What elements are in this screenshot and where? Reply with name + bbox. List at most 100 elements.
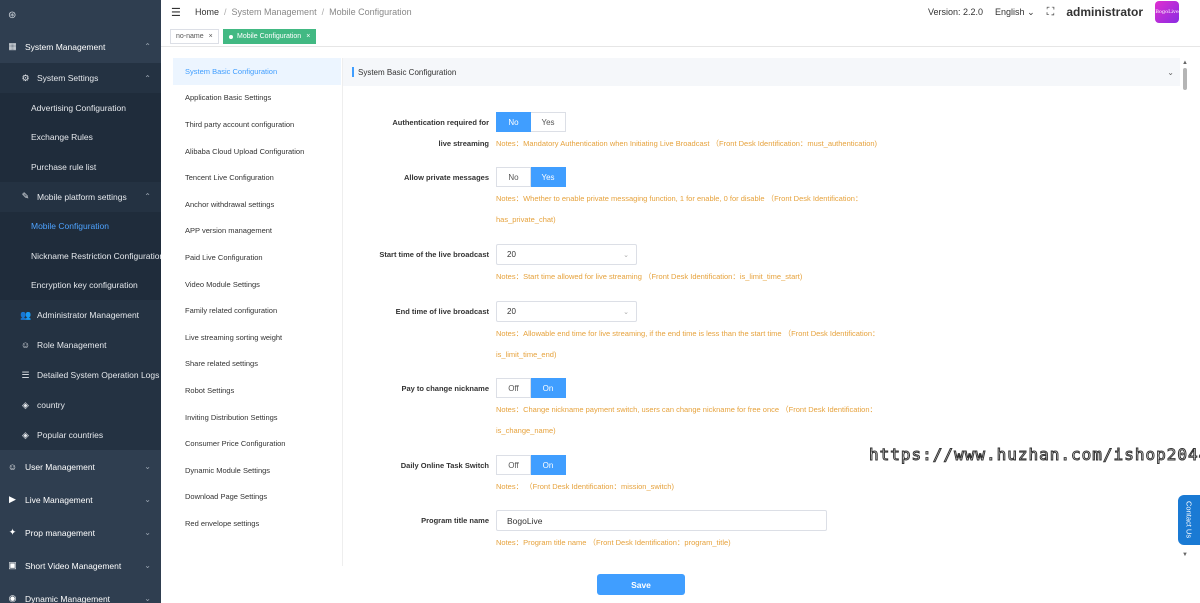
language-dropdown[interactable]: English ⌄: [995, 7, 1035, 18]
option-yes[interactable]: Yes: [531, 167, 566, 187]
sidebar-label: System Settings: [37, 73, 99, 83]
chevron-down-icon: ⌄: [1027, 6, 1035, 17]
close-icon[interactable]: ×: [306, 33, 310, 40]
config-menu-item[interactable]: Video Module Settings: [173, 271, 341, 298]
breadcrumb-home[interactable]: Home: [195, 7, 219, 17]
user-icon: ☺: [7, 461, 18, 472]
field-end-time: End time of live broadcast 20 ⌄ Notes：Al…: [343, 301, 1180, 359]
sidebar-group-dynamic-management[interactable]: ◉ Dynamic Management ⌄: [0, 582, 161, 603]
option-off[interactable]: Off: [496, 455, 531, 475]
tag-no-name[interactable]: no-name ×: [170, 29, 219, 44]
sidebar-item-role-management[interactable]: ☺ Role Management: [0, 330, 161, 360]
sidebar-item-admin-management[interactable]: 👥 Administrator Management: [0, 300, 161, 330]
option-on[interactable]: On: [531, 378, 566, 398]
sidebar-item-purchase-rule[interactable]: Purchase rule list: [0, 152, 161, 182]
config-menu-item[interactable]: Third party account configuration: [173, 111, 341, 138]
config-menu-item[interactable]: Paid Live Configuration: [173, 244, 341, 271]
sidebar-item-advertising[interactable]: Advertising Configuration: [0, 93, 161, 123]
panel-title: System Basic Configuration: [358, 67, 457, 77]
close-icon[interactable]: ×: [209, 33, 213, 40]
tag-mobile-config[interactable]: Mobile Configuration ×: [223, 29, 317, 44]
config-menu-item[interactable]: Inviting Distribution Settings: [173, 404, 341, 431]
scroll-up-icon[interactable]: ▲: [1182, 60, 1188, 66]
option-no[interactable]: No: [496, 112, 531, 132]
scrollbar-thumb[interactable]: [1183, 68, 1187, 90]
chevron-down-icon: ⌄: [144, 561, 151, 570]
config-menu-item[interactable]: Live streaming sorting weight: [173, 324, 341, 351]
grid-icon: ▦: [8, 41, 17, 51]
field-note: Notes：Start time allowed for live stream…: [496, 272, 803, 281]
end-time-select[interactable]: 20 ⌄: [496, 301, 637, 322]
select-value: 20: [507, 250, 516, 259]
sidebar-label: Mobile platform settings: [37, 191, 127, 202]
start-time-select[interactable]: 20 ⌄: [496, 244, 637, 265]
avatar[interactable]: BogoLive: [1155, 1, 1179, 23]
option-yes[interactable]: Yes: [531, 112, 566, 132]
gift-icon: ✦: [8, 527, 17, 537]
sidebar-label: Short Video Management: [25, 560, 122, 571]
list-icon: ☰: [21, 369, 30, 380]
scroll-down-icon[interactable]: ▼: [1182, 552, 1188, 558]
top-header: ☰ Home / System Management / Mobile Configur…: [161, 0, 1200, 24]
field-note: Notes：Allowable end time for live stream…: [496, 329, 880, 338]
config-menu-item[interactable]: Download Page Settings: [173, 484, 341, 511]
config-menu-item[interactable]: Share related settings: [173, 351, 341, 378]
sidebar-label: Dynamic Management: [25, 593, 111, 603]
pay-nickname-toggle: Off On: [496, 378, 566, 398]
sidebar-item-popular-countries[interactable]: ◈ Popular countries: [0, 420, 161, 450]
option-off[interactable]: Off: [496, 378, 531, 398]
config-menu-item[interactable]: Red envelope settings: [173, 510, 341, 537]
field-note: is_change_name): [496, 426, 556, 435]
sidebar-label: Role Management: [37, 340, 107, 350]
fullscreen-icon[interactable]: ⛶: [1047, 6, 1055, 19]
menu-toggle-icon[interactable]: ☰: [171, 6, 183, 19]
sidebar-item-mobile-config[interactable]: Mobile Configuration: [0, 211, 161, 241]
config-menu-item[interactable]: Tencent Live Configuration: [173, 164, 341, 191]
config-menu-item[interactable]: Robot Settings: [173, 377, 341, 404]
chevron-down-icon[interactable]: ⌄: [1167, 68, 1174, 77]
sidebar-label: User Management: [25, 461, 95, 472]
contact-us-button[interactable]: Contact Us: [1178, 495, 1200, 545]
sidebar-item-mobile-platform[interactable]: ✎ Mobile platform settings ⌃: [0, 181, 161, 212]
config-menu-item[interactable]: System Basic Configuration: [173, 58, 341, 85]
username[interactable]: administrator: [1066, 5, 1143, 19]
field-note: Notes：Change nickname payment switch, us…: [496, 405, 878, 414]
sidebar-item-operation-logs[interactable]: ☰ Detailed System Operation Logs: [0, 360, 161, 390]
sidebar-item-nickname-restriction[interactable]: Nickname Restriction Configuration: [0, 241, 161, 271]
option-on[interactable]: On: [531, 455, 566, 475]
config-menu-item[interactable]: Family related configuration: [173, 297, 341, 324]
sidebar-item-exchange-rules[interactable]: Exchange Rules: [0, 122, 161, 152]
save-button[interactable]: Save: [597, 574, 685, 595]
config-menu-item[interactable]: Dynamic Module Settings: [173, 457, 341, 484]
sidebar-group-prop-management[interactable]: ✦ Prop management ⌄: [0, 516, 161, 549]
field-label: live streaming: [438, 139, 489, 148]
field-note: Notes： （Front Desk Identification：missio…: [496, 482, 674, 491]
program-title-input[interactable]: BogoLive: [496, 510, 827, 531]
breadcrumb-system-management: System Management: [231, 7, 317, 17]
sidebar-label: Administrator Management: [37, 310, 140, 320]
sidebar-group-system-management[interactable]: ▦ System Management ⌃: [0, 30, 161, 63]
config-menu-item[interactable]: Anchor withdrawal settings: [173, 191, 341, 218]
chevron-up-icon: ⌃: [144, 192, 151, 201]
config-menu-item[interactable]: Consumer Price Configuration: [173, 430, 341, 457]
option-no[interactable]: No: [496, 167, 531, 187]
dashboard-icon[interactable]: ⊛: [0, 0, 161, 30]
field-label: Allow private messages: [403, 173, 489, 182]
field-note: has_private_chat): [496, 215, 556, 224]
users-icon: 👥: [20, 309, 32, 320]
sidebar-item-encryption-key[interactable]: Encryption key configuration: [0, 270, 161, 300]
sidebar-item-country[interactable]: ◈ country: [0, 390, 161, 420]
config-menu-item[interactable]: Alibaba Cloud Upload Configuration: [173, 138, 341, 165]
sidebar-group-user-management[interactable]: ☺ User Management ⌄: [0, 450, 161, 483]
active-dot-icon: [229, 34, 233, 39]
chevron-down-icon: ⌄: [144, 528, 151, 537]
config-menu-item[interactable]: APP version management: [173, 218, 341, 245]
config-menu-item[interactable]: Application Basic Settings: [173, 85, 341, 112]
sidebar-label: Prop management: [25, 527, 95, 538]
sidebar-item-system-settings[interactable]: ⚙ System Settings ⌃: [0, 63, 161, 93]
sidebar-group-live-management[interactable]: ▶ Live Management ⌄: [0, 483, 161, 516]
sidebar-group-short-video[interactable]: ▣ Short Video Management ⌄: [0, 549, 161, 582]
field-note: Notes：Mandatory Authentication when Init…: [496, 139, 878, 148]
chevron-down-icon: ⌄: [144, 594, 151, 603]
panel-header[interactable]: System Basic Configuration ⌄: [343, 58, 1180, 86]
